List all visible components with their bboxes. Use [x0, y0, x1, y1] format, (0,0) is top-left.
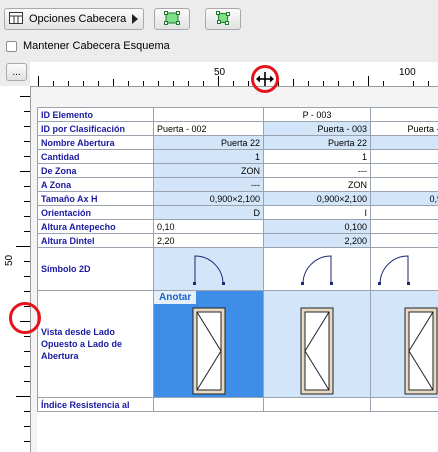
table-cell[interactable]: P — [370, 135, 438, 150]
table-cell[interactable] — [370, 233, 438, 248]
table-cell[interactable] — [370, 205, 438, 220]
row-header[interactable]: Cantidad — [37, 149, 154, 164]
door-elevation-icon — [192, 307, 225, 395]
table-row[interactable]: Vista desde Lado Opuesto a Lado de Abert… — [37, 290, 438, 398]
table-cell[interactable]: 0,90 — [370, 191, 438, 206]
vertical-ruler[interactable]: 50 — [0, 86, 31, 452]
table-row[interactable]: Índice Resistencia al — [37, 397, 438, 412]
keep-header-label: Mantener Cabecera Esquema — [23, 40, 170, 52]
header-options-label: Opciones Cabecera — [29, 13, 127, 25]
table-row[interactable]: Orientación D I — [37, 205, 438, 220]
vertical-ruler-ticks — [16, 96, 30, 442]
table-row[interactable]: Símbolo 2D — [37, 247, 438, 291]
row-header[interactable]: ID por Clasificación — [37, 121, 154, 136]
table-cell[interactable] — [153, 107, 264, 122]
table-row[interactable]: ID Elemento P - 003 — [37, 107, 438, 122]
select-cell-button[interactable] — [154, 8, 190, 30]
row-header[interactable]: Símbolo 2D — [37, 247, 154, 291]
row-header[interactable]: Tamaño Ax H — [37, 191, 154, 206]
table-cell[interactable]: 2,20 — [153, 233, 264, 248]
schedule-canvas[interactable]: ID Elemento P - 003 ID por Clasificación… — [31, 87, 438, 452]
ruler-label-v50: 50 — [4, 254, 15, 266]
table-cell[interactable]: --- — [153, 177, 264, 192]
ruler-options-button[interactable]: ... — [6, 63, 27, 81]
row-header[interactable]: Índice Resistencia al — [37, 397, 154, 412]
table-cell[interactable] — [370, 149, 438, 164]
table-cell[interactable]: Puerta - 0 — [370, 121, 438, 136]
submenu-arrow-icon — [132, 14, 138, 24]
table-row[interactable]: Nombre Abertura Puerta 22 Puerta 22 P — [37, 135, 438, 150]
table-cell[interactable]: I — [263, 205, 371, 220]
table-row[interactable]: Altura Dintel 2,20 2,200 — [37, 233, 438, 248]
select-nodes-icon — [215, 10, 231, 28]
door-elevation-icon — [300, 307, 334, 395]
table-cell[interactable]: 0,900×2,100 — [263, 191, 371, 206]
horizontal-ruler-ticks — [38, 76, 429, 86]
table-row[interactable]: Cantidad 1 1 — [37, 149, 438, 164]
table-cell[interactable]: ZON — [153, 163, 264, 178]
table-cell[interactable]: 0,900×2,100 — [153, 191, 264, 206]
select-frame-icon — [164, 10, 180, 28]
table-cell[interactable]: --- — [263, 163, 371, 178]
table-cell[interactable]: D — [153, 205, 264, 220]
ruler-options-label: ... — [12, 66, 21, 78]
view-cell[interactable] — [370, 290, 438, 398]
view-cell-selected[interactable]: Anotar — [153, 290, 264, 398]
keep-header-checkbox-row[interactable]: Mantener Cabecera Esquema — [6, 40, 170, 52]
schedule-table: ID Elemento P - 003 ID por Clasificación… — [37, 107, 438, 412]
table-cell[interactable] — [370, 397, 438, 412]
row-header[interactable]: ID Elemento — [37, 107, 154, 122]
view-cell[interactable] — [263, 290, 371, 398]
table-cell[interactable]: Puerta - 003 — [263, 121, 371, 136]
table-cell[interactable]: Puerta 22 — [263, 135, 371, 150]
table-cell[interactable]: Puerta 22 — [153, 135, 264, 150]
annotate-button[interactable]: Anotar — [154, 291, 197, 304]
table-icon — [9, 11, 23, 27]
highlight-circle-row-resize — [9, 302, 41, 334]
table-cell[interactable]: 2,200 — [263, 233, 371, 248]
table-cell[interactable] — [263, 397, 371, 412]
table-row[interactable]: De Zona ZON --- — [37, 163, 438, 178]
symbol-cell[interactable] — [370, 247, 438, 291]
door-elevation-icon — [404, 307, 438, 395]
table-row[interactable]: Altura Antepecho 0,10 0,100 — [37, 219, 438, 234]
ruler-label-100: 100 — [399, 67, 416, 78]
table-cell[interactable] — [153, 397, 264, 412]
table-cell[interactable] — [370, 163, 438, 178]
keep-header-checkbox[interactable] — [6, 40, 17, 52]
column-resize-icon — [255, 71, 275, 90]
row-header[interactable]: Nombre Abertura — [37, 135, 154, 150]
schedule-sheet: ID Elemento P - 003 ID por Clasificación… — [37, 107, 438, 452]
row-header[interactable]: De Zona — [37, 163, 154, 178]
select-content-button[interactable] — [205, 8, 241, 30]
toolbar: Opciones Cabecera — [0, 0, 438, 38]
symbol-cell[interactable] — [153, 247, 264, 291]
row-header[interactable]: A Zona — [37, 177, 154, 192]
row-header[interactable]: Vista desde Lado Opuesto a Lado de Abert… — [37, 290, 154, 398]
table-cell[interactable]: Puerta - 002 — [153, 121, 264, 136]
table-cell[interactable]: P - 003 — [263, 107, 371, 122]
door-swing-symbol-icon — [378, 255, 410, 285]
table-cell[interactable]: ZON — [263, 177, 371, 192]
symbol-cell[interactable] — [263, 247, 371, 291]
table-cell[interactable]: 0,100 — [263, 219, 371, 234]
row-header[interactable]: Orientación — [37, 205, 154, 220]
table-cell[interactable]: 1 — [263, 149, 371, 164]
table-cell[interactable] — [370, 219, 438, 234]
door-swing-symbol-icon — [192, 255, 225, 285]
table-cell[interactable] — [370, 107, 438, 122]
table-row[interactable]: ID por Clasificación Puerta - 002 Puerta… — [37, 121, 438, 136]
door-swing-symbol-icon — [301, 255, 333, 285]
row-header[interactable]: Altura Antepecho — [37, 219, 154, 234]
horizontal-ruler[interactable]: 50 100 — [30, 62, 438, 87]
header-options-button[interactable]: Opciones Cabecera — [4, 8, 144, 30]
table-row[interactable]: Tamaño Ax H 0,900×2,100 0,900×2,100 0,90 — [37, 191, 438, 206]
table-row[interactable]: A Zona --- ZON — [37, 177, 438, 192]
table-cell[interactable] — [370, 177, 438, 192]
row-header[interactable]: Altura Dintel — [37, 233, 154, 248]
ruler-label-50: 50 — [214, 67, 226, 78]
table-cell[interactable]: 1 — [153, 149, 264, 164]
table-cell[interactable]: 0,10 — [153, 219, 264, 234]
